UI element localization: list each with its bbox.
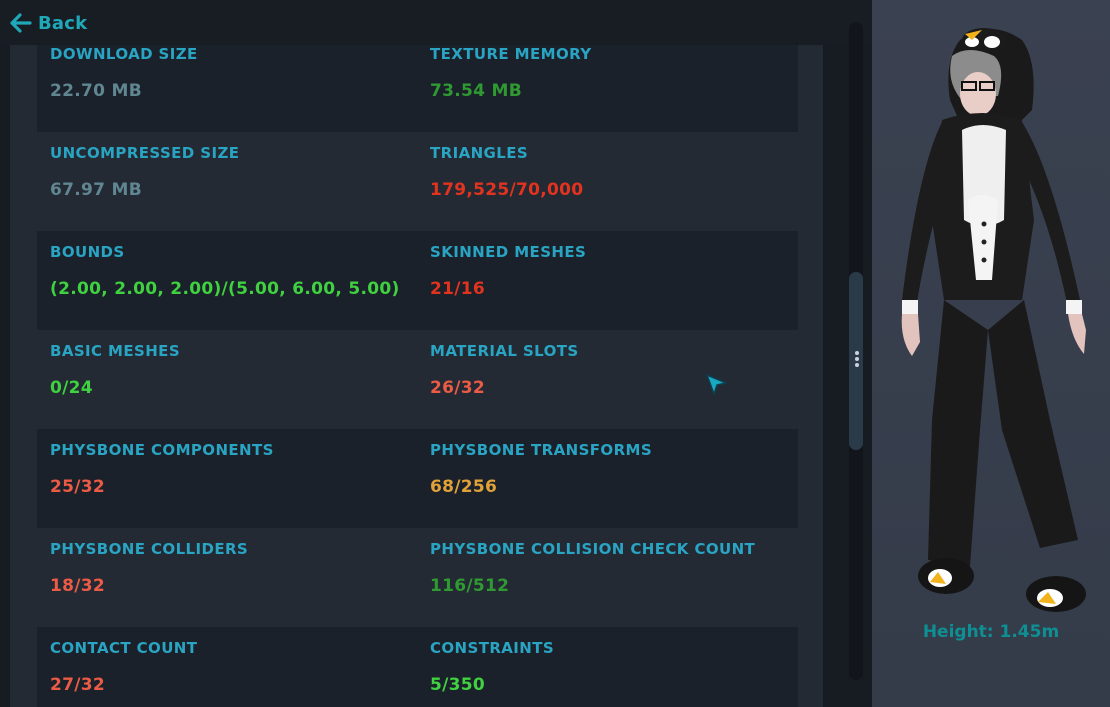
avatar-height-label: Height: 1.45m xyxy=(922,622,1060,642)
stat-label: UNCOMPRESSED SIZE xyxy=(50,144,240,162)
stats-row: CONTACT COUNT 27/32 CONSTRAINTS 5/350 xyxy=(37,627,798,707)
stats-row: BOUNDS (2.00, 2.00, 2.00)/(5.00, 6.00, 5… xyxy=(37,231,798,330)
stat-uncompressed-size: UNCOMPRESSED SIZE 67.97 MB xyxy=(50,144,239,200)
stat-triangles: TRIANGLES 179,525/70,000 xyxy=(430,144,583,200)
stat-physbone-colliders: PHYSBONE COLLIDERS 18/32 xyxy=(50,540,248,596)
stat-value: 25/32 xyxy=(50,477,106,497)
stat-value: 179,525/70,000 xyxy=(430,180,584,200)
stat-physbone-components: PHYSBONE COMPONENTS 25/32 xyxy=(50,441,274,497)
stat-value: 67.97 MB xyxy=(50,180,142,200)
stat-value: 116/512 xyxy=(430,576,510,596)
stat-value: (2.00, 2.00, 2.00)/(5.00, 6.00, 5.00) xyxy=(50,279,400,299)
stat-label: TRIANGLES xyxy=(430,144,529,162)
stat-bounds: BOUNDS (2.00, 2.00, 2.00)/(5.00, 6.00, 5… xyxy=(50,243,400,299)
stat-basic-meshes: BASIC MESHES 0/24 xyxy=(50,342,180,398)
stat-physbone-transforms: PHYSBONE TRANSFORMS 68/256 xyxy=(430,441,652,497)
stat-skinned-meshes: SKINNED MESHES 21/16 xyxy=(430,243,586,299)
stat-value: 26/32 xyxy=(430,378,486,398)
stat-label: PHYSBONE TRANSFORMS xyxy=(430,441,653,459)
avatar-stats-screen: Back DOWNLOAD SIZE 22.70 MB TEXTURE MEMO… xyxy=(0,0,1110,707)
stat-value: 27/32 xyxy=(50,675,106,695)
stat-label: SKINNED MESHES xyxy=(430,243,587,261)
stat-value: 0/24 xyxy=(50,378,93,398)
stat-constraints: CONSTRAINTS 5/350 xyxy=(430,639,554,695)
stat-label: CONSTRAINTS xyxy=(430,639,555,657)
stat-label: MATERIAL SLOTS xyxy=(430,342,579,360)
stat-label: DOWNLOAD SIZE xyxy=(50,45,198,63)
stats-row: DOWNLOAD SIZE 22.70 MB TEXTURE MEMORY 73… xyxy=(37,45,798,132)
stats-row: BASIC MESHES 0/24 MATERIAL SLOTS 26/32 xyxy=(37,330,798,429)
stat-label: PHYSBONE COLLISION CHECK COUNT xyxy=(430,540,756,558)
back-label: Back xyxy=(38,12,88,34)
stat-physbone-collision-check-count: PHYSBONE COLLISION CHECK COUNT 116/512 xyxy=(430,540,755,596)
drag-handle-icon[interactable] xyxy=(854,349,860,373)
stat-download-size: DOWNLOAD SIZE 22.70 MB xyxy=(50,45,198,101)
stat-material-slots: MATERIAL SLOTS 26/32 xyxy=(430,342,579,398)
avatar-model-image xyxy=(901,28,1086,612)
avatar-preview[interactable]: Height: 1.45m xyxy=(872,0,1110,707)
stat-label: CONTACT COUNT xyxy=(50,639,198,657)
stat-label: BASIC MESHES xyxy=(50,342,181,360)
stat-texture-memory: TEXTURE MEMORY 73.54 MB xyxy=(430,45,592,101)
stat-contact-count: CONTACT COUNT 27/32 xyxy=(50,639,197,695)
stat-value: 22.70 MB xyxy=(50,81,142,101)
stat-label: BOUNDS xyxy=(50,243,125,261)
stat-value: 73.54 MB xyxy=(430,81,522,101)
stat-label: TEXTURE MEMORY xyxy=(430,45,592,63)
arrow-left-icon xyxy=(10,13,32,33)
stat-value: 21/16 xyxy=(430,279,486,299)
stat-value: 18/32 xyxy=(50,576,106,596)
stat-value: 5/350 xyxy=(430,675,486,695)
stat-label: PHYSBONE COLLIDERS xyxy=(50,540,249,558)
stats-row: PHYSBONE COLLIDERS 18/32 PHYSBONE COLLIS… xyxy=(37,528,798,627)
stat-label: PHYSBONE COMPONENTS xyxy=(50,441,274,459)
stats-row: PHYSBONE COMPONENTS 25/32 PHYSBONE TRANS… xyxy=(37,429,798,528)
mouse-cursor-icon xyxy=(704,372,730,402)
stats-panel[interactable]: DOWNLOAD SIZE 22.70 MB TEXTURE MEMORY 73… xyxy=(10,45,823,707)
stats-row: UNCOMPRESSED SIZE 67.97 MB TRIANGLES 179… xyxy=(37,132,798,231)
back-button[interactable]: Back xyxy=(10,10,87,36)
stat-value: 68/256 xyxy=(430,477,498,497)
top-bar: Back xyxy=(0,0,872,45)
